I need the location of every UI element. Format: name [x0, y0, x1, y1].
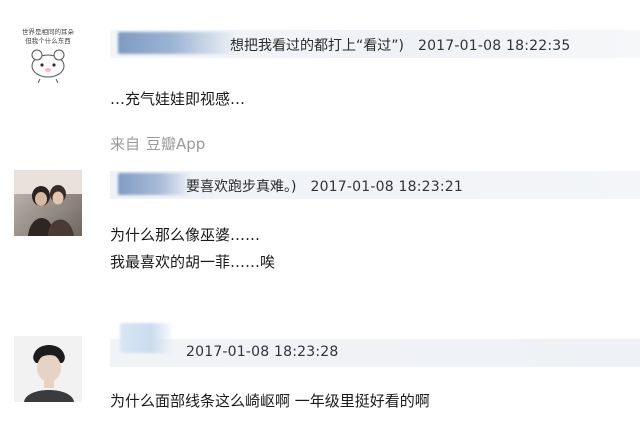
blurred-username[interactable]: [120, 323, 172, 353]
blurred-username[interactable]: [118, 32, 236, 54]
blurred-username[interactable]: [118, 173, 190, 195]
avatar[interactable]: 世界是相同的耳朵 但我个什么东西: [14, 20, 82, 86]
comment-header: 2017-01-08 18:23:28: [110, 323, 640, 367]
comment-text: 为什么那么像巫婆……: [110, 226, 261, 244]
comment-text: 我最喜欢的胡一菲……唉: [110, 253, 276, 271]
portrait-avatar-icon: [14, 336, 82, 402]
timestamp: 2017-01-08 18:23:21: [310, 179, 463, 195]
timestamp: 2017-01-08 18:22:35: [417, 38, 571, 54]
comment-text: …充气娃娃即视感…: [110, 90, 246, 108]
reply-quote-row: 要喜欢跑步真难。) 2017-01-08 18:23:21: [186, 176, 463, 196]
reply-quote: 想把我看过的都打上“看过”): [230, 38, 404, 54]
avatar-caption: 但我个什么东西: [25, 36, 71, 45]
avatar[interactable]: [14, 336, 82, 402]
cartoon-avatar-icon: 世界是相同的耳朵 但我个什么东西: [14, 20, 82, 86]
source-app-link[interactable]: 豆瓣App: [146, 135, 205, 153]
comment-text: 为什么面部线条这么崎岖啊 一年级里挺好看的啊: [110, 392, 430, 410]
couple-photo-avatar-icon: [14, 170, 82, 236]
reply-quote-row: 2017-01-08 18:23:28: [186, 344, 339, 360]
reply-quote: 要喜欢跑步真难。): [186, 179, 297, 195]
source-prefix: 来自: [110, 135, 141, 153]
comment-header: 想把我看过的都打上“看过”) 2017-01-08 18:22:35: [110, 30, 640, 58]
avatar-caption: 世界是相同的耳朵: [22, 27, 75, 36]
timestamp: 2017-01-08 18:23:28: [186, 344, 339, 360]
comment-header: 要喜欢跑步真难。) 2017-01-08 18:23:21: [110, 171, 640, 199]
comment-source: 来自 豆瓣App: [110, 133, 205, 154]
reply-quote-row: 想把我看过的都打上“看过”) 2017-01-08 18:22:35: [230, 35, 570, 55]
avatar[interactable]: [14, 170, 82, 236]
